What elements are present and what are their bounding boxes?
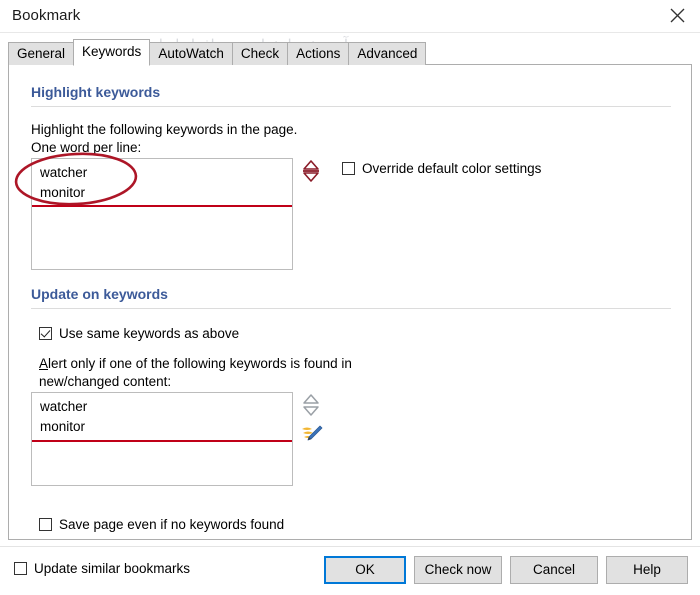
up-down-spinner-icon[interactable] [302, 159, 320, 182]
title-bar: Bookmark [0, 0, 700, 33]
alert-line1-rest: lert only if one of the following keywor… [48, 356, 352, 371]
highlight-description-line1: Highlight the following keywords in the … [31, 122, 298, 137]
tab-advanced[interactable]: Advanced [348, 42, 427, 65]
checkbox-box [39, 327, 52, 340]
keyword-line: watcher [40, 165, 88, 180]
tab-general[interactable]: General [8, 42, 75, 65]
update-on-keywords-header: Update on keywords [31, 286, 168, 302]
keyword-line: watcher [40, 399, 88, 414]
highlight-keywords-input[interactable]: watcher monitor [31, 158, 293, 270]
override-default-color-settings-checkbox[interactable]: Override default color settings [342, 161, 541, 176]
keyword-line: monitor [40, 419, 86, 434]
ok-button[interactable]: OK [324, 556, 406, 584]
tab-check[interactable]: Check [231, 42, 289, 65]
tab-keywords[interactable]: Keywords [73, 39, 151, 66]
checkbox-label: Use same keywords as above [59, 326, 240, 341]
checkbox-box [39, 518, 52, 531]
update-on-keywords-rule [31, 308, 671, 309]
pencil-edit-icon[interactable] [300, 423, 323, 445]
window-title: Bookmark [12, 7, 81, 24]
close-icon[interactable] [654, 0, 700, 31]
annotation-underline [32, 205, 292, 207]
help-button[interactable]: Help [606, 556, 688, 584]
highlight-description-line2: One word per line: [31, 140, 142, 155]
use-same-keywords-checkbox[interactable]: Use same keywords as above [39, 326, 239, 341]
checkbox-label: Override default color settings [362, 161, 542, 176]
alert-accel-letter: A [39, 356, 49, 371]
keywords-tab-panel: Highlight keywords Highlight the followi… [8, 64, 692, 540]
checkbox-label: Update similar bookmarks [34, 561, 191, 576]
update-similar-bookmarks-checkbox[interactable]: Update similar bookmarks [14, 561, 190, 576]
alert-description-line2: new/changed content: [39, 374, 172, 389]
cancel-button[interactable]: Cancel [510, 556, 598, 584]
tab-strip: General Keywords AutoWatch Check Actions… [8, 39, 427, 66]
highlight-keywords-rule [31, 106, 671, 107]
check-now-button[interactable]: Check now [414, 556, 502, 584]
highlight-keywords-header: Highlight keywords [31, 84, 161, 100]
keyword-line: monitor [40, 185, 86, 200]
checkbox-box [14, 562, 27, 575]
save-page-even-if-no-keywords-checkbox[interactable]: Save page even if no keywords found [39, 517, 284, 532]
tab-autowatch[interactable]: AutoWatch [149, 42, 233, 65]
alert-keywords-input[interactable]: watcher monitor [31, 392, 293, 486]
tab-actions[interactable]: Actions [287, 42, 350, 65]
checkbox-box [342, 162, 355, 175]
up-down-spinner-icon[interactable] [302, 393, 320, 416]
annotation-underline [32, 440, 292, 442]
bookmark-dialog: Bookmark آموزش دانشنامه نرم افزار ایران … [0, 0, 700, 595]
alert-description-line1: Alert only if one of the following keywo… [39, 356, 352, 371]
checkbox-label: Save page even if no keywords found [59, 517, 285, 532]
